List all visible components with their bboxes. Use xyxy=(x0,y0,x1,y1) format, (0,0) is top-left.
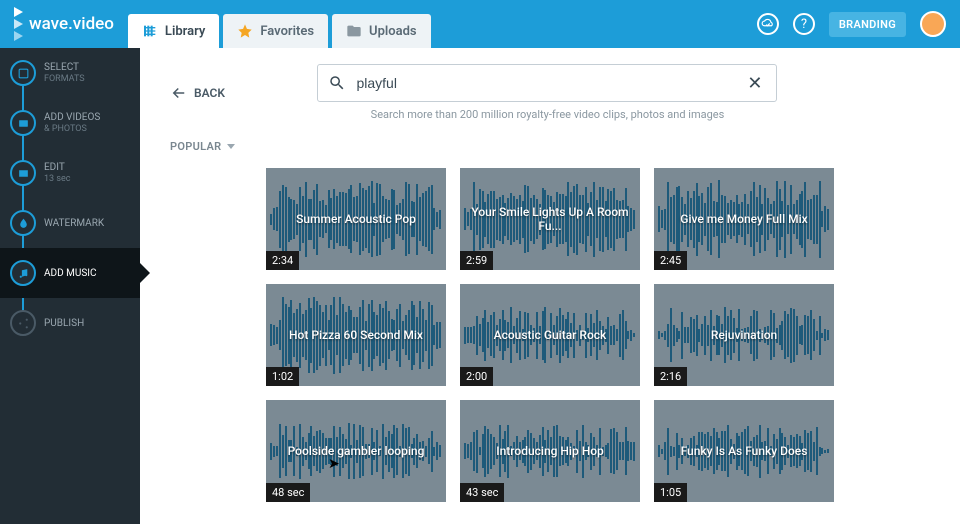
track-duration: 1:05 xyxy=(654,483,687,502)
track-card[interactable]: Introducing Hip Hop43 sec xyxy=(460,400,640,502)
sidebar-item-media[interactable]: ADD VIDEOS& PHOTOS xyxy=(0,98,140,148)
edit-icon xyxy=(10,160,36,186)
track-duration: 2:34 xyxy=(266,251,299,270)
cloud-sync-icon[interactable] xyxy=(757,13,779,35)
back-label: BACK xyxy=(194,86,225,100)
track-duration: 2:45 xyxy=(654,251,687,270)
top-tabs: LibraryFavoritesUploads xyxy=(128,0,435,48)
sort-dropdown[interactable]: POPULAR xyxy=(170,140,235,153)
track-duration: 2:16 xyxy=(654,367,687,386)
tab-uploads[interactable]: Uploads xyxy=(332,14,431,48)
sidebar-item-share[interactable]: PUBLISH xyxy=(0,298,140,348)
track-duration: 1:02 xyxy=(266,367,299,386)
music-icon xyxy=(10,260,36,286)
track-card[interactable]: Poolside gambler looping48 sec xyxy=(266,400,446,502)
formats-icon xyxy=(10,60,36,86)
sort-label: POPULAR xyxy=(170,140,221,153)
share-icon xyxy=(10,310,36,336)
logo-icon xyxy=(14,6,23,42)
track-card[interactable]: Hot Pizza 60 Second Mix1:02 xyxy=(266,284,446,386)
search-box: ✕ xyxy=(317,64,777,102)
tab-favorites[interactable]: Favorites xyxy=(223,14,328,48)
track-duration: 2:00 xyxy=(460,367,493,386)
chevron-down-icon xyxy=(227,144,235,149)
logo[interactable]: wave.video xyxy=(14,6,114,42)
top-bar: wave.video LibraryFavoritesUploads ? BRA… xyxy=(0,0,960,48)
search-subtext: Search more than 200 million royalty-fre… xyxy=(317,108,777,121)
sidebar-item-drop[interactable]: WATERMARK xyxy=(0,198,140,248)
logo-text: wave.video xyxy=(29,14,114,34)
track-duration: 43 sec xyxy=(460,483,504,502)
sidebar-item-music[interactable]: ADD MUSIC xyxy=(0,248,140,298)
sidebar-item-formats[interactable]: SELECTFORMATS xyxy=(0,48,140,98)
avatar[interactable] xyxy=(920,11,946,37)
results-grid: Summer Acoustic Pop2:34Your Smile Lights… xyxy=(140,160,960,522)
track-duration: 48 sec xyxy=(266,483,310,502)
track-card[interactable]: Rejuvination2:16 xyxy=(654,284,834,386)
search-icon xyxy=(328,74,346,92)
search-input[interactable] xyxy=(346,75,743,91)
back-button[interactable]: BACK xyxy=(170,84,225,102)
track-card[interactable]: Acoustic Guitar Rock2:00 xyxy=(460,284,640,386)
sidebar: SELECTFORMATSADD VIDEOS& PHOTOSEDIT13 se… xyxy=(0,48,140,524)
tab-library[interactable]: Library xyxy=(128,14,219,48)
track-card[interactable]: Your Smile Lights Up A Room Fu...2:59 xyxy=(460,168,640,270)
media-icon xyxy=(10,110,36,136)
track-duration: 2:59 xyxy=(460,251,493,270)
branding-button[interactable]: BRANDING xyxy=(829,12,906,37)
track-card[interactable]: Summer Acoustic Pop2:34 xyxy=(266,168,446,270)
main-content: BACK ✕ Search more than 200 million roya… xyxy=(140,48,960,524)
clear-search-icon[interactable]: ✕ xyxy=(743,73,766,94)
drop-icon xyxy=(10,210,36,236)
help-icon[interactable]: ? xyxy=(793,13,815,35)
sidebar-item-edit[interactable]: EDIT13 sec xyxy=(0,148,140,198)
track-card[interactable]: Give me Money Full Mix2:45 xyxy=(654,168,834,270)
track-card[interactable]: Funky Is As Funky Does1:05 xyxy=(654,400,834,502)
